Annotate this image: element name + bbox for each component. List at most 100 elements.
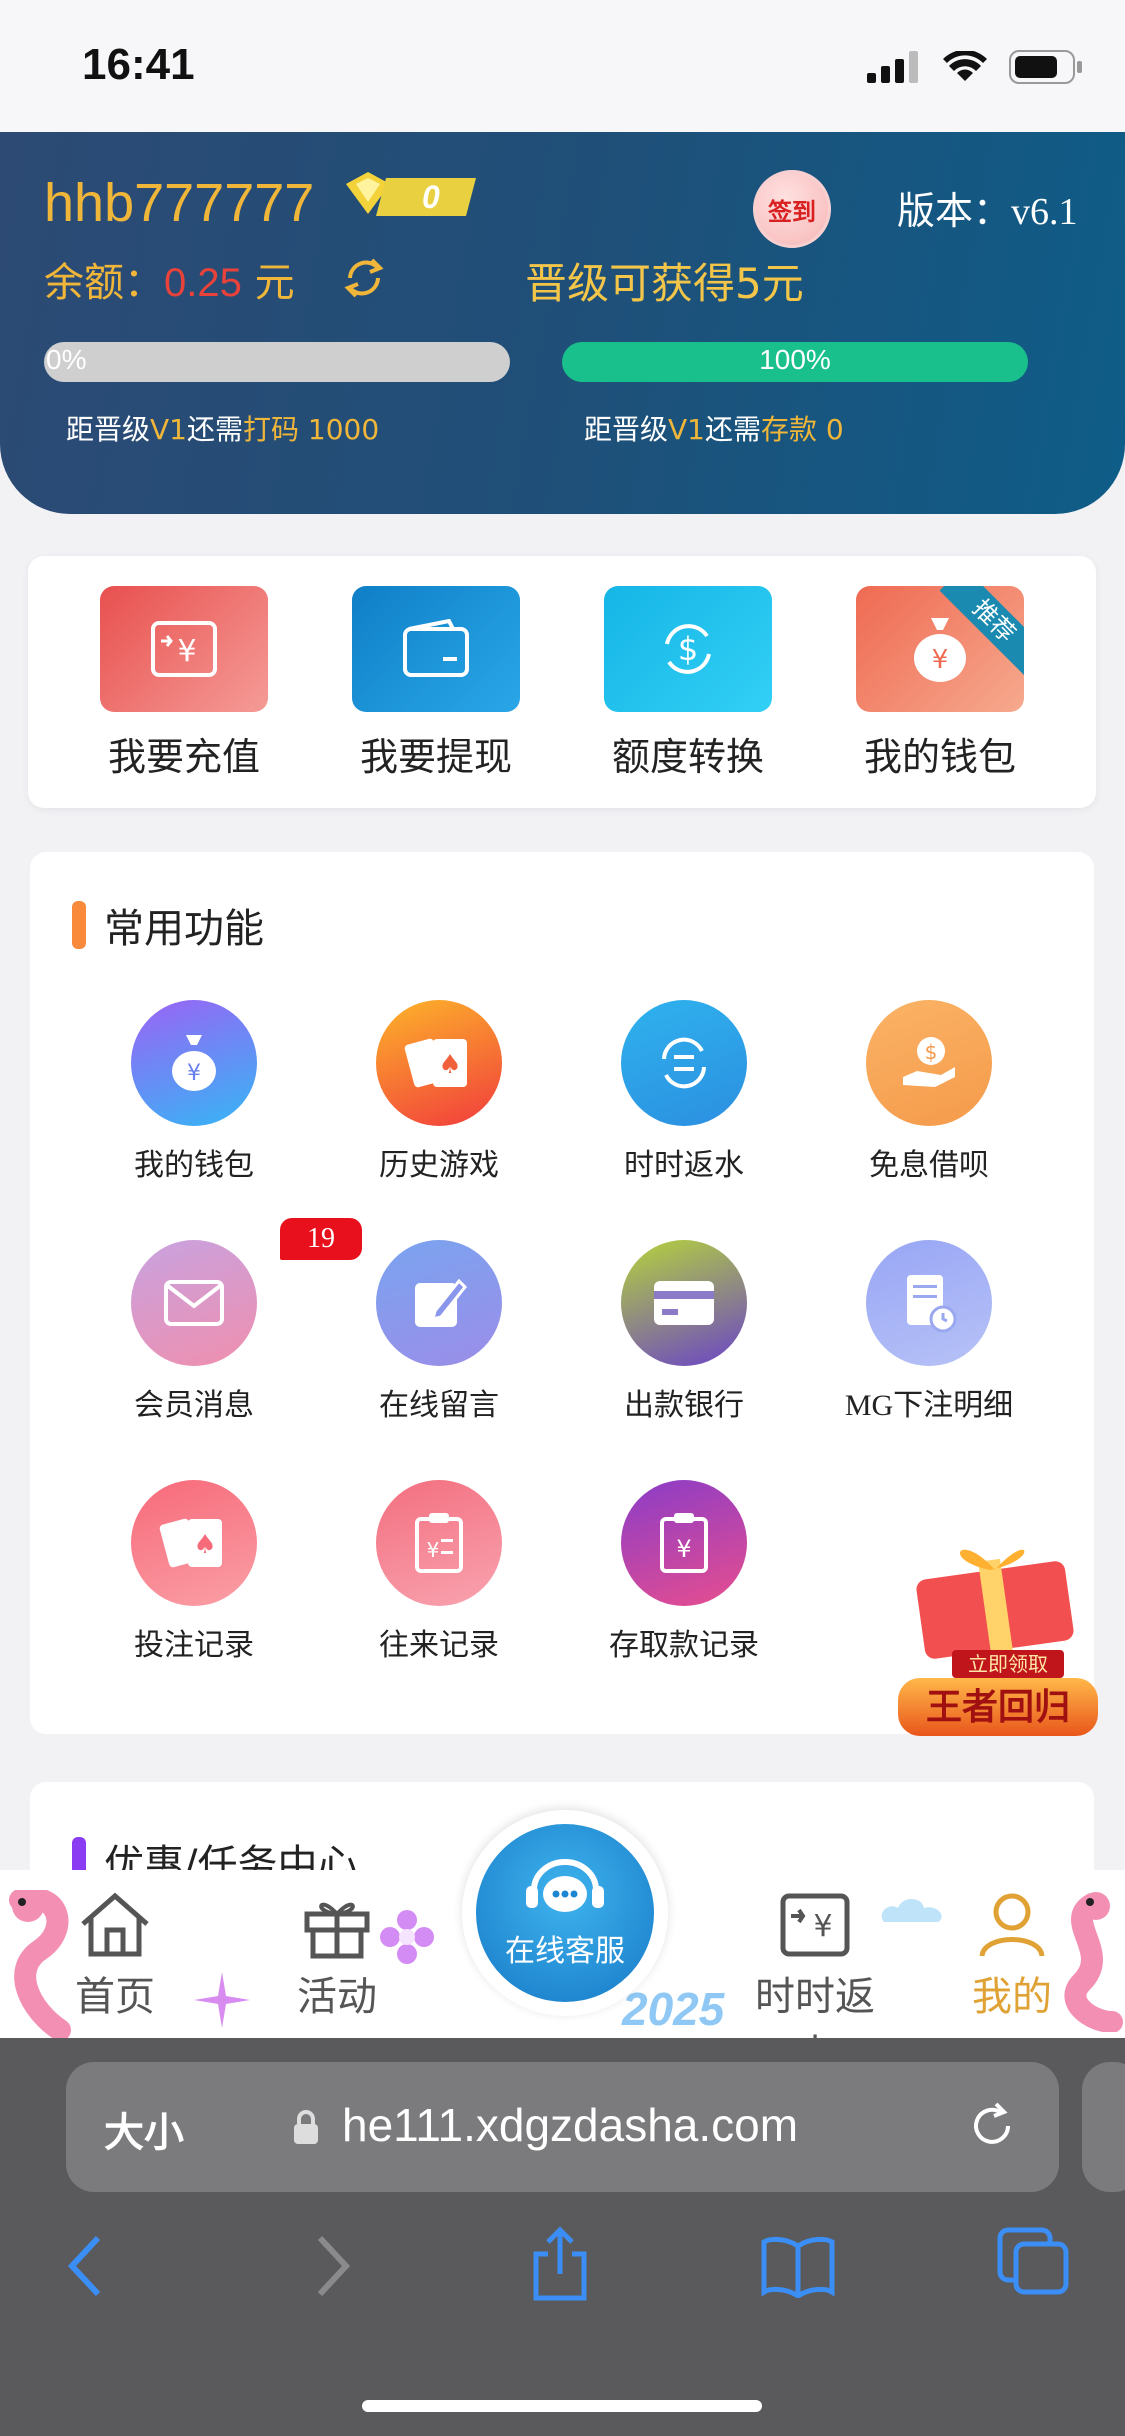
gift-promo-float[interactable]: 立即领取 王者回归 xyxy=(890,1530,1106,1740)
quick-action-my-wallet[interactable]: ¥ 推荐 我的钱包 xyxy=(856,586,1024,781)
status-icons xyxy=(867,50,1083,84)
func-history-games[interactable]: ♠ 历史游戏 xyxy=(339,1000,539,1184)
vip-level: 0 xyxy=(422,179,440,215)
func-my-wallet[interactable]: ¥ 我的钱包 xyxy=(94,1000,294,1184)
envelope-icon xyxy=(164,1280,224,1326)
refresh-icon[interactable] xyxy=(336,250,392,306)
dollar-exchange-icon: $ xyxy=(665,624,711,674)
wifi-icon xyxy=(943,51,987,81)
home-indicator xyxy=(362,2400,762,2412)
tab-activities[interactable]: 活动 xyxy=(282,1890,392,2022)
flower-icon xyxy=(380,1910,434,1964)
progress-percent-betting: 0% xyxy=(46,344,87,375)
text-size-button[interactable]: 大小 xyxy=(104,2100,184,2158)
tabs-icon[interactable] xyxy=(996,2226,1070,2296)
balance: 余额：0.25 元 xyxy=(44,250,295,308)
hand-coin-icon: $ xyxy=(903,1037,955,1087)
func-label: 时时返水 xyxy=(624,1148,744,1183)
func-bet-records[interactable]: ♠ 投注记录 xyxy=(94,1480,294,1664)
func-online-message[interactable]: 在线留言 xyxy=(339,1240,539,1424)
progress-bar-deposit: 100% xyxy=(562,342,1028,382)
next-tab-peek[interactable] xyxy=(1082,2062,1125,2192)
svg-text:$: $ xyxy=(678,630,698,668)
bookmarks-icon[interactable] xyxy=(760,2234,836,2298)
url-text[interactable]: he111.xdgzdasha.com xyxy=(342,2098,798,2152)
func-withdraw-bank[interactable]: 出款银行 xyxy=(584,1240,784,1424)
req-value: 打码 1000 xyxy=(243,413,380,446)
func-label: 历史游戏 xyxy=(379,1148,499,1183)
wallet-card-icon xyxy=(403,619,469,677)
func-label: 存取款记录 xyxy=(609,1628,759,1663)
func-transaction-records[interactable]: ¥ 往来记录 xyxy=(339,1480,539,1664)
quick-action-label: 我要提现 xyxy=(359,735,512,779)
svg-text:¥: ¥ xyxy=(427,1538,440,1562)
receipt-icon: ¥ xyxy=(415,1513,463,1573)
address-bar[interactable]: 大小 he111.xdgzdasha.com xyxy=(66,2062,1059,2192)
betting-requirement: 距晋级V1还需打码 1000 xyxy=(66,408,379,448)
upgrade-promo: 晋级可获得5元 xyxy=(525,259,804,308)
svg-text:♠: ♠ xyxy=(438,1050,461,1080)
func-member-messages[interactable]: 19 会员消息 xyxy=(94,1218,362,1424)
progress-bar-betting: 0% xyxy=(44,342,510,382)
svg-text:¥: ¥ xyxy=(813,1909,832,1944)
share-icon[interactable] xyxy=(530,2226,590,2302)
forward-icon[interactable] xyxy=(312,2234,352,2298)
req-mid: 还需 xyxy=(186,413,243,446)
section-title-text: 常用功能 xyxy=(104,906,264,952)
quick-action-withdraw[interactable]: 我要提现 xyxy=(352,586,520,781)
rebate-icon: ¥ xyxy=(780,1893,850,1957)
quick-action-label: 我要充值 xyxy=(107,735,260,779)
quick-actions-card: ¥ 我要充值 我要提现 $ 额度转换 ¥ 推荐 我的钱包 xyxy=(28,556,1096,808)
status-time: 16:41 xyxy=(82,40,195,89)
req-mid: 还需 xyxy=(704,413,761,446)
snake-decoration-icon xyxy=(1064,1892,1123,2032)
func-label: 往来记录 xyxy=(379,1628,499,1663)
svg-text:¥: ¥ xyxy=(676,1535,691,1563)
func-rebate[interactable]: 时时返水 xyxy=(584,1000,784,1184)
func-loan[interactable]: $ 免息借呗 xyxy=(829,1000,1029,1184)
quick-action-label: 额度转换 xyxy=(611,735,764,779)
func-deposit-withdraw-records[interactable]: ¥ 存取款记录 xyxy=(584,1480,784,1664)
home-icon xyxy=(81,1892,149,1957)
svg-text:¥: ¥ xyxy=(187,1061,201,1086)
online-service-button[interactable]: 在线客服 xyxy=(462,1810,668,2016)
back-icon[interactable] xyxy=(66,2234,106,2298)
user-icon xyxy=(979,1893,1045,1957)
func-mg-bets[interactable]: MG下注明细 xyxy=(829,1240,1029,1424)
quick-action-transfer[interactable]: $ 额度转换 xyxy=(604,586,772,781)
playing-cards-icon: ♠ xyxy=(404,1038,467,1088)
req-value: 存款 0 xyxy=(761,413,844,446)
lock-icon xyxy=(294,2110,318,2144)
req-prefix: 距晋级 xyxy=(66,413,151,446)
edit-note-icon xyxy=(415,1278,468,1327)
version-label: 版本：v6.1 xyxy=(897,191,1078,233)
tab-my[interactable]: 我的 xyxy=(962,1890,1062,2022)
func-label: 在线留言 xyxy=(379,1388,499,1423)
balance-value: 0.25 xyxy=(164,261,242,305)
reload-icon[interactable] xyxy=(966,2100,1018,2152)
func-label: MG下注明细 xyxy=(844,1389,1014,1422)
tab-home[interactable]: 首页 xyxy=(60,1890,170,2022)
gift-box-icon xyxy=(916,1549,1074,1659)
gift-icon xyxy=(304,1902,370,1959)
balance-label: 余额： xyxy=(44,260,164,306)
checkin-button[interactable]: 签到 xyxy=(753,170,831,248)
gift-title: 王者回归 xyxy=(898,1678,1098,1736)
vip-badge-icon: 0 xyxy=(346,172,476,216)
username: hhb777777 xyxy=(44,173,315,233)
tab-label: 在线客服 xyxy=(505,1934,625,1969)
req-level: V1 xyxy=(150,413,187,446)
cards-icon: ♠ xyxy=(159,1518,222,1568)
svg-text:♠: ♠ xyxy=(193,1530,216,1560)
quick-action-recharge[interactable]: ¥ 我要充值 xyxy=(100,586,268,781)
svg-text:¥: ¥ xyxy=(932,645,949,675)
year-decoration: 2025 xyxy=(622,1983,725,2035)
battery-icon xyxy=(1009,50,1082,84)
req-prefix: 距晋级 xyxy=(584,413,669,446)
func-label: 会员消息 xyxy=(134,1388,254,1423)
money-bag-icon: ¥ xyxy=(914,618,966,682)
section-title-common: 常用功能 xyxy=(72,896,264,954)
func-label: 出款银行 xyxy=(624,1388,744,1423)
browser-chrome: 大小 he111.xdgzdasha.com xyxy=(0,2038,1125,2436)
cloud-icon xyxy=(881,1899,942,1922)
